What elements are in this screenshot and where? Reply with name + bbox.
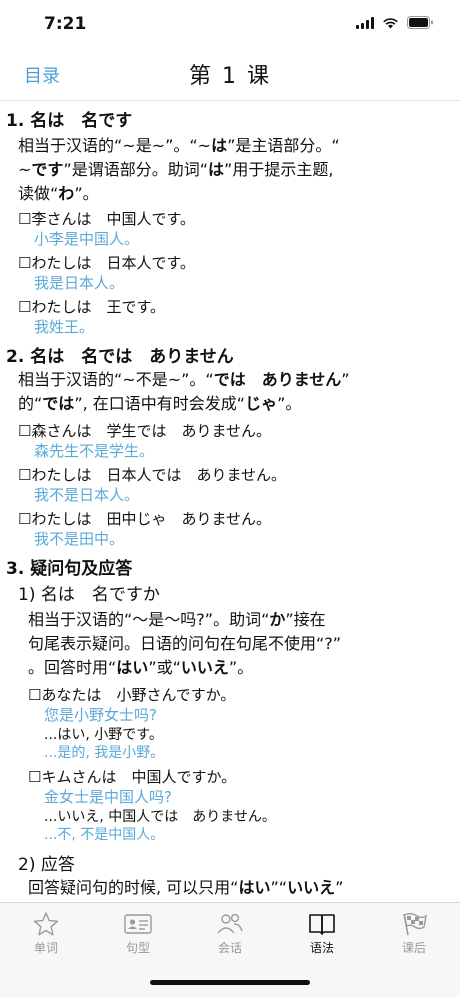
- battery-icon: [407, 16, 433, 29]
- subsection-2-title: 2) 应答: [18, 855, 75, 875]
- tab-words[interactable]: 单词: [0, 911, 92, 956]
- example-answer: ...いいえ, 中国人では ありません。: [44, 809, 276, 825]
- section-3-title: 3. 疑问句及应答: [6, 559, 133, 579]
- navigation-bar: 目录 第 1 课: [0, 48, 460, 101]
- people-icon: [217, 913, 243, 934]
- example-sentence: ☐わたしは 王です。: [18, 298, 165, 316]
- tab-label: 语法: [309, 941, 334, 955]
- example-answer-translation: ...不, 不是中国人。: [44, 827, 165, 843]
- example-translation: 金女士是中国人吗?: [44, 788, 172, 806]
- status-icons: [356, 16, 434, 29]
- id-card-icon: [124, 914, 152, 934]
- tab-label: 句型: [125, 941, 150, 955]
- section-2-desc-line-1: 相当于汉语的“~不是~”。“では ありません”: [18, 370, 350, 389]
- page-title: 第 1 课: [189, 64, 271, 89]
- section-2-desc-line-2: 的“では”, 在口语中有时会发成“じゃ”。: [18, 394, 302, 413]
- example-translation: 森先生不是学生。: [34, 442, 155, 460]
- example-translation: 我不是日本人。: [34, 486, 140, 504]
- section-1-desc-line-1: 相当于汉语的“~是~”。“~は”是主语部分。“: [18, 136, 340, 155]
- section-1-desc-line-2: ~です”是谓语部分。助词“は”用于提示主题,: [18, 160, 334, 179]
- wifi-icon: [383, 17, 398, 28]
- tab-label: 会话: [217, 941, 242, 955]
- example-sentence: ☐森さんは 学生では ありません。: [18, 422, 271, 440]
- example-sentence: ☐わたしは 田中じゃ ありません。: [18, 510, 271, 528]
- example-answer: ...はい, 小野です。: [44, 727, 163, 743]
- section-3-desc-line-1: 相当于汉语的“～是～吗?”。助词“か”接在: [28, 610, 326, 629]
- tab-after-class[interactable]: 课后: [368, 911, 460, 956]
- example-sentence: ☐わたしは 日本人です。: [18, 254, 195, 272]
- section-1-desc-line-3: 读做“わ”。: [18, 184, 99, 203]
- book-icon: [309, 914, 335, 935]
- home-indicator[interactable]: [150, 980, 310, 985]
- star-icon: [33, 912, 59, 936]
- tab-sentence-patterns[interactable]: 句型: [92, 911, 184, 956]
- section-3-desc-line-3: 。回答时用“はい”或“いいえ”。: [28, 658, 254, 677]
- example-translation: 我姓王。: [34, 318, 95, 336]
- example-sentence: ☐李さんは 中国人です。: [18, 210, 195, 228]
- tab-label: 课后: [401, 941, 426, 955]
- tab-label: 单词: [33, 941, 58, 955]
- subsection-1-title: 1) 名は 名ですか: [18, 585, 160, 605]
- example-sentence: ☐あなたは 小野さんですか。: [28, 686, 236, 704]
- section-3-answer-desc: 回答疑问句的时候, 可以只用“はい”“いいえ”: [28, 878, 344, 897]
- checkered-flag-icon: [403, 913, 428, 936]
- section-2-title: 2. 名は 名では ありません: [6, 347, 234, 367]
- signal-icon: [356, 16, 374, 29]
- example-translation: 小李是中国人。: [34, 230, 140, 248]
- section-1-title: 1. 名は 名です: [6, 111, 133, 131]
- section-3-desc-line-2: 句尾表示疑问。日语的问句在句尾不使用“?”: [28, 634, 342, 653]
- example-sentence: ☐わたしは 日本人では ありません。: [18, 466, 286, 484]
- example-answer-translation: ...是的, 我是小野。: [44, 745, 165, 761]
- example-translation: 我不是田中。: [34, 530, 125, 548]
- example-translation: 您是小野女士吗?: [44, 706, 157, 724]
- example-sentence: ☐キムさんは 中国人ですか。: [28, 768, 237, 786]
- example-translation: 我是日本人。: [34, 274, 125, 292]
- tab-grammar[interactable]: 语法: [276, 911, 368, 956]
- status-bar: 7:21: [0, 0, 460, 48]
- tab-conversation[interactable]: 会话: [184, 911, 276, 956]
- grammar-content[interactable]: 1. 名は 名です 相当于汉语的“~是~”。“~は”是主语部分。“ ~です”是谓…: [0, 102, 460, 902]
- status-time: 7:21: [44, 14, 87, 34]
